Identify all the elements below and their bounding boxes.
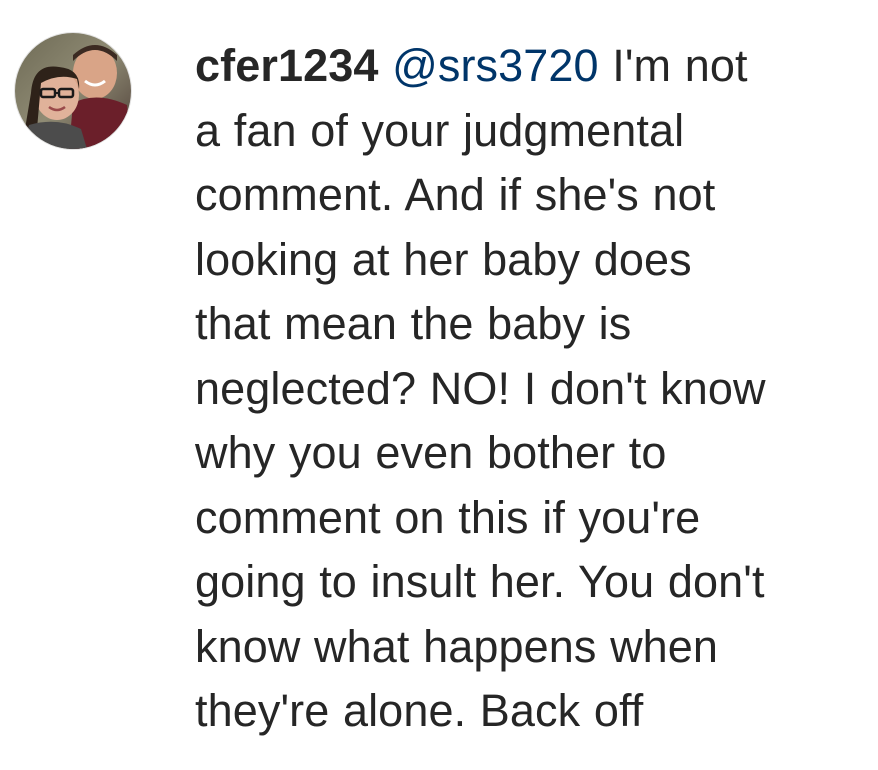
comment-text-line: neglected? NO! I don't know [195,362,766,414]
comment-text-line: comment. And if she's not [195,169,716,220]
comment-body: cfer1234 @srs3720 I'm not a fan of your … [195,34,865,744]
comment-text-line: they're alone. Back off [195,685,644,736]
comment-text-line: know what happens when [195,620,719,672]
comment-text-line: looking at her baby does [195,233,692,285]
avatar-photo [15,33,131,149]
comment-text-line: comment on this if you're [195,491,701,543]
username-link[interactable]: cfer1234 [195,40,378,91]
comment-text-line: why you even bother to [195,427,667,478]
comment-line-1: cfer1234 @srs3720 I'm not [195,34,865,99]
comment-text-line: going to insult her. You don't [195,556,765,607]
comment-text-line: that mean the baby is [195,298,632,349]
mention-link[interactable]: @srs3720 [392,40,599,91]
comment: cfer1234 @srs3720 I'm not a fan of your … [0,0,878,770]
comment-text-line: a fan of your judgmental [195,104,685,156]
comment-text-segment: I'm not [612,40,748,91]
avatar[interactable] [15,33,131,149]
